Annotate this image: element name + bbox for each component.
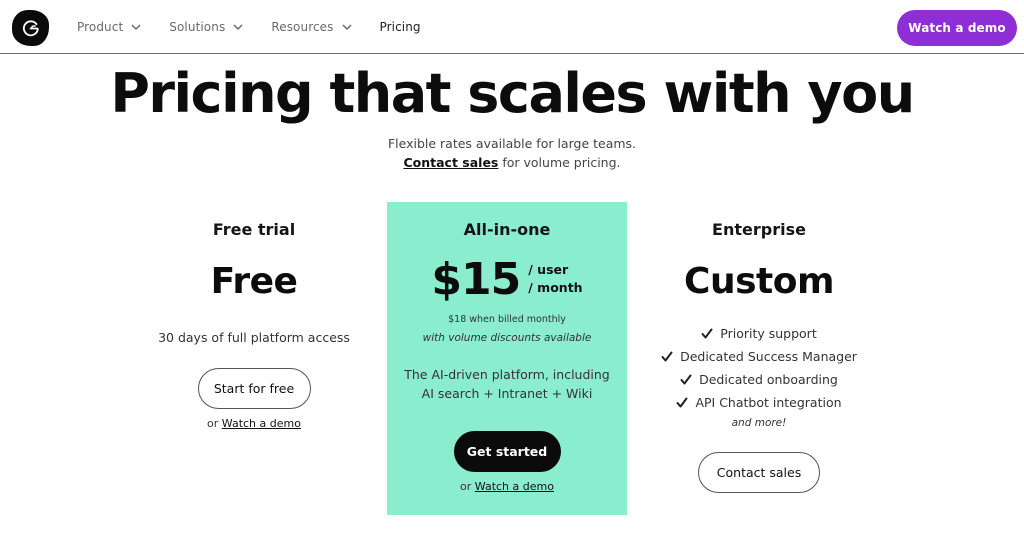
plan-price: Free (210, 261, 298, 302)
plan-card-free-trial: Free trial Free 30 days of full platform… (134, 202, 374, 431)
chevron-down-icon (233, 24, 243, 31)
plan-description: The AI-driven platform, including AI sea… (387, 365, 627, 403)
get-started-button[interactable]: Get started (453, 431, 561, 472)
or-watch-demo: or Watch a demo (387, 480, 627, 494)
feature-label: Priority support (720, 326, 817, 341)
main-nav: Product Solutions Resources Pricing (77, 0, 449, 54)
feature-item: Dedicated onboarding (639, 368, 879, 391)
or-text: or (460, 480, 475, 493)
feature-label: API Chatbot integration (695, 395, 842, 410)
watch-demo-button[interactable]: Watch a demo (897, 10, 1017, 46)
subtitle-line-1: Flexible rates available for large teams… (387, 136, 637, 151)
chevron-down-icon (341, 24, 352, 31)
plan-price: $15 / user / month (387, 253, 627, 305)
and-more-text: and more! (731, 417, 787, 429)
nav-item-label: Pricing (379, 20, 421, 34)
nav-item-solutions[interactable]: Solutions (169, 20, 243, 34)
nav-item-pricing[interactable]: Pricing (380, 20, 421, 34)
check-icon (701, 328, 713, 339)
subtitle-line-2-text: for volume pricing. (498, 155, 621, 170)
nav-item-resources[interactable]: Resources (271, 20, 352, 34)
nav-item-label: Resources (271, 20, 334, 34)
hero-subtitle: Flexible rates available for large teams… (0, 134, 1024, 172)
nav-item-label: Product (77, 20, 124, 34)
nav-item-label: Solutions (169, 20, 226, 34)
subtitle-line-2: Contact sales for volume pricing. (0, 153, 1024, 172)
feature-label: Dedicated Success Manager (680, 349, 857, 364)
plan-description-line-2: AI search + Intranet + Wiki (421, 386, 593, 401)
g-logo-icon[interactable] (12, 10, 49, 46)
contact-sales-link[interactable]: Contact sales (403, 155, 498, 170)
contact-sales-button[interactable]: Contact sales (698, 452, 820, 493)
feature-item: API Chatbot integration (639, 391, 879, 414)
feature-item: Dedicated Success Manager (639, 345, 879, 368)
volume-discount-note: with volume discounts available (422, 332, 592, 344)
check-icon (680, 374, 692, 385)
monthly-billing-note: $18 when billed monthly (448, 314, 566, 325)
check-icon (676, 397, 688, 408)
nav-item-product[interactable]: Product (77, 20, 141, 34)
price-amount: $15 (431, 253, 521, 305)
price-unit: / user / month (528, 261, 582, 297)
plan-name: Enterprise (712, 220, 806, 239)
check-icon (661, 351, 673, 362)
start-for-free-button[interactable]: Start for free (197, 368, 311, 409)
plan-price: Custom (684, 261, 834, 302)
feature-list: Priority support Dedicated Success Manag… (639, 322, 879, 432)
page-title: Pricing that scales with you (110, 62, 915, 125)
price-unit-month: / month (528, 280, 583, 295)
plan-card-enterprise: Enterprise Custom Priority support Dedic… (639, 202, 879, 493)
plan-card-all-in-one: All-in-one $15 / user / month $18 when b… (387, 202, 627, 515)
plan-description: 30 days of full platform access (158, 330, 350, 345)
plan-description-line-1: The AI-driven platform, including (404, 367, 610, 382)
price-unit-user: / user (528, 262, 569, 277)
chevron-down-icon (131, 24, 141, 31)
feature-item: Priority support (639, 322, 879, 345)
watch-demo-link[interactable]: Watch a demo (222, 417, 301, 430)
or-text: or (207, 417, 222, 430)
plan-name: All-in-one (463, 220, 551, 239)
feature-label: Dedicated onboarding (699, 372, 838, 387)
watch-demo-link[interactable]: Watch a demo (475, 480, 554, 493)
or-watch-demo: or Watch a demo (134, 417, 374, 431)
site-header: Product Solutions Resources Pricing Watc… (0, 0, 1024, 54)
plan-name: Free trial (212, 220, 296, 239)
